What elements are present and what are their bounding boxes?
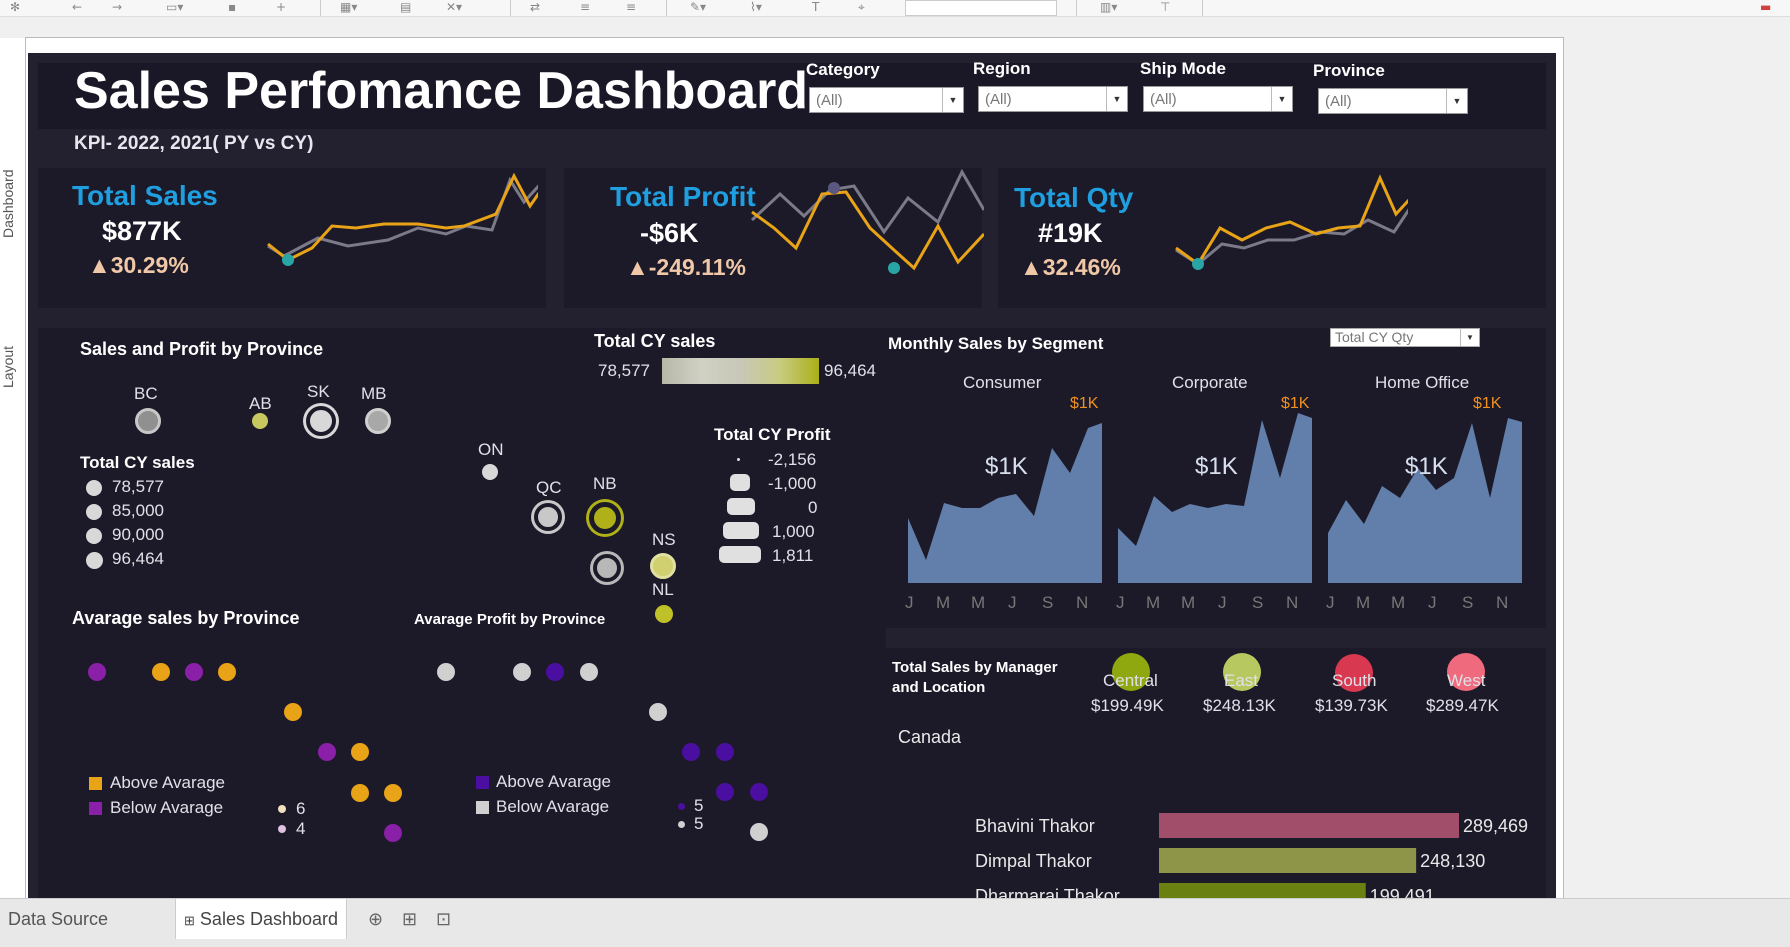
tab-layout-side[interactable]: Layout bbox=[0, 268, 18, 388]
sort-asc-icon[interactable]: ≡ bbox=[580, 0, 590, 14]
manager-bar-value: 289,469 bbox=[1463, 816, 1528, 836]
duplicate-icon[interactable]: ▤ bbox=[400, 0, 411, 14]
highlight-icon[interactable]: ✎▾ bbox=[690, 0, 706, 14]
sort-desc-icon[interactable]: ≡ bbox=[626, 0, 636, 14]
tab-data-source[interactable]: Data Source bbox=[0, 899, 116, 939]
new-worksheet-icon[interactable]: ⊕ bbox=[360, 899, 391, 939]
sheet-tab-bar: Data Source ⊞ Sales Dashboard ⊕ ⊞ ⊡ bbox=[0, 898, 1790, 947]
new-dashboard-icon[interactable]: ⊞ bbox=[394, 899, 425, 939]
new-story-icon[interactable]: ⊡ bbox=[428, 899, 459, 939]
dashboard-icon: ⊞ bbox=[184, 913, 195, 928]
manager-name-label: Dimpal Thakor bbox=[975, 851, 1092, 871]
show-me-icon[interactable]: ▥▾ bbox=[1100, 0, 1117, 14]
fit-select[interactable] bbox=[905, 0, 1057, 16]
left-pane: Dashboard Layout bbox=[0, 38, 26, 898]
manager-bar[interactable] bbox=[1159, 848, 1417, 873]
manager-bar-chart: Bhavini Thakor 289,469 Dimpal Thakor 248,13… bbox=[975, 813, 1528, 899]
alert-icon: ▬ bbox=[1760, 0, 1772, 14]
tableau-logo-icon: ✻ bbox=[10, 0, 21, 14]
redo-icon[interactable]: → bbox=[112, 0, 122, 14]
new-worksheet-icon[interactable]: ▦▾ bbox=[340, 0, 357, 14]
group-icon[interactable]: ⌇▾ bbox=[750, 0, 762, 14]
tab-dashboard-side[interactable]: Dashboard bbox=[0, 88, 18, 239]
manager-bar-value: 248,130 bbox=[1420, 851, 1485, 871]
save-icon[interactable]: ▪ bbox=[228, 0, 236, 14]
swap-icon[interactable]: ⇄ bbox=[530, 0, 540, 14]
clear-sheet-icon[interactable]: ✕▾ bbox=[446, 0, 462, 14]
manager-name-label: Bhavini Thakor bbox=[975, 816, 1095, 836]
add-datasource-icon[interactable]: + bbox=[276, 0, 286, 14]
dashboard: Sales Perfomance Dashboard KPI- 2022, 20… bbox=[28, 53, 1556, 899]
tab-sales-dashboard[interactable]: ⊞ Sales Dashboard bbox=[175, 899, 348, 939]
undo-icon[interactable]: ← bbox=[72, 0, 82, 14]
new-sheet-icon[interactable]: ▭▾ bbox=[166, 0, 183, 14]
manager-bar[interactable] bbox=[1159, 813, 1459, 838]
toolbar: ✻ ← → ▭▾ ▪ + ▦▾ ▤ ✕▾ ⇄ ≡ ≡ ✎▾ ⌇▾ T ⌖ ▥▾ … bbox=[0, 0, 1790, 17]
pin-icon[interactable]: ⌖ bbox=[858, 0, 865, 15]
label-icon[interactable]: T bbox=[812, 0, 819, 14]
manager-bar[interactable] bbox=[1159, 883, 1366, 899]
presentation-icon[interactable]: ⊤ bbox=[1160, 0, 1170, 14]
